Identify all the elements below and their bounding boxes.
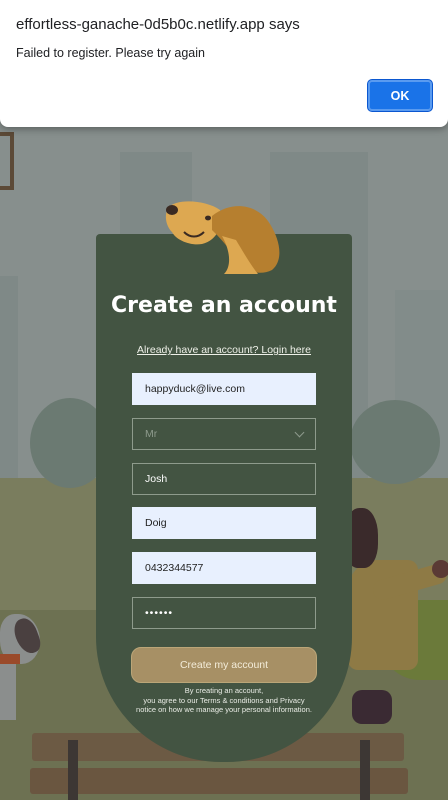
- alert-message: Failed to register. Please try again: [16, 46, 205, 60]
- terms-notice: By creating an account, you agree to our…: [110, 686, 338, 715]
- phone-input[interactable]: 0432344577: [132, 552, 316, 584]
- create-account-button[interactable]: Create my account: [131, 647, 317, 683]
- terms-line: notice on how we manage your personal in…: [136, 705, 312, 714]
- title-select-value: Mr: [145, 428, 158, 440]
- first-name-input[interactable]: Josh: [132, 463, 316, 495]
- park-bench-seat: [30, 768, 408, 794]
- lamp-post: [0, 132, 14, 190]
- page-title: Create an account: [111, 293, 337, 318]
- alert-title: effortless-ganache-0d5b0c.netlify.app sa…: [16, 16, 300, 33]
- dog-mascot-icon: [165, 201, 280, 274]
- background-dog: [0, 660, 16, 720]
- alert-dialog: effortless-ganache-0d5b0c.netlify.app sa…: [0, 0, 448, 127]
- terms-line: you agree to our Terms & conditions and …: [143, 695, 305, 705]
- bush: [350, 400, 440, 484]
- person-leg: [352, 690, 392, 724]
- chevron-down-icon: [294, 427, 305, 437]
- person-hand: [432, 560, 448, 578]
- park-bench-leg: [68, 740, 78, 800]
- background-building: [0, 276, 18, 482]
- email-input[interactable]: happyduck@live.com: [132, 373, 316, 405]
- password-input[interactable]: ••••••: [132, 597, 316, 629]
- background-dog-collar: [0, 654, 20, 664]
- ok-button[interactable]: OK: [368, 80, 432, 111]
- last-name-input[interactable]: Doig: [132, 507, 316, 539]
- login-link[interactable]: Already have an account? Login here: [96, 344, 352, 356]
- terms-line: By creating an account,: [184, 686, 264, 695]
- title-select[interactable]: Mr: [132, 418, 316, 450]
- park-bench-leg: [360, 740, 370, 800]
